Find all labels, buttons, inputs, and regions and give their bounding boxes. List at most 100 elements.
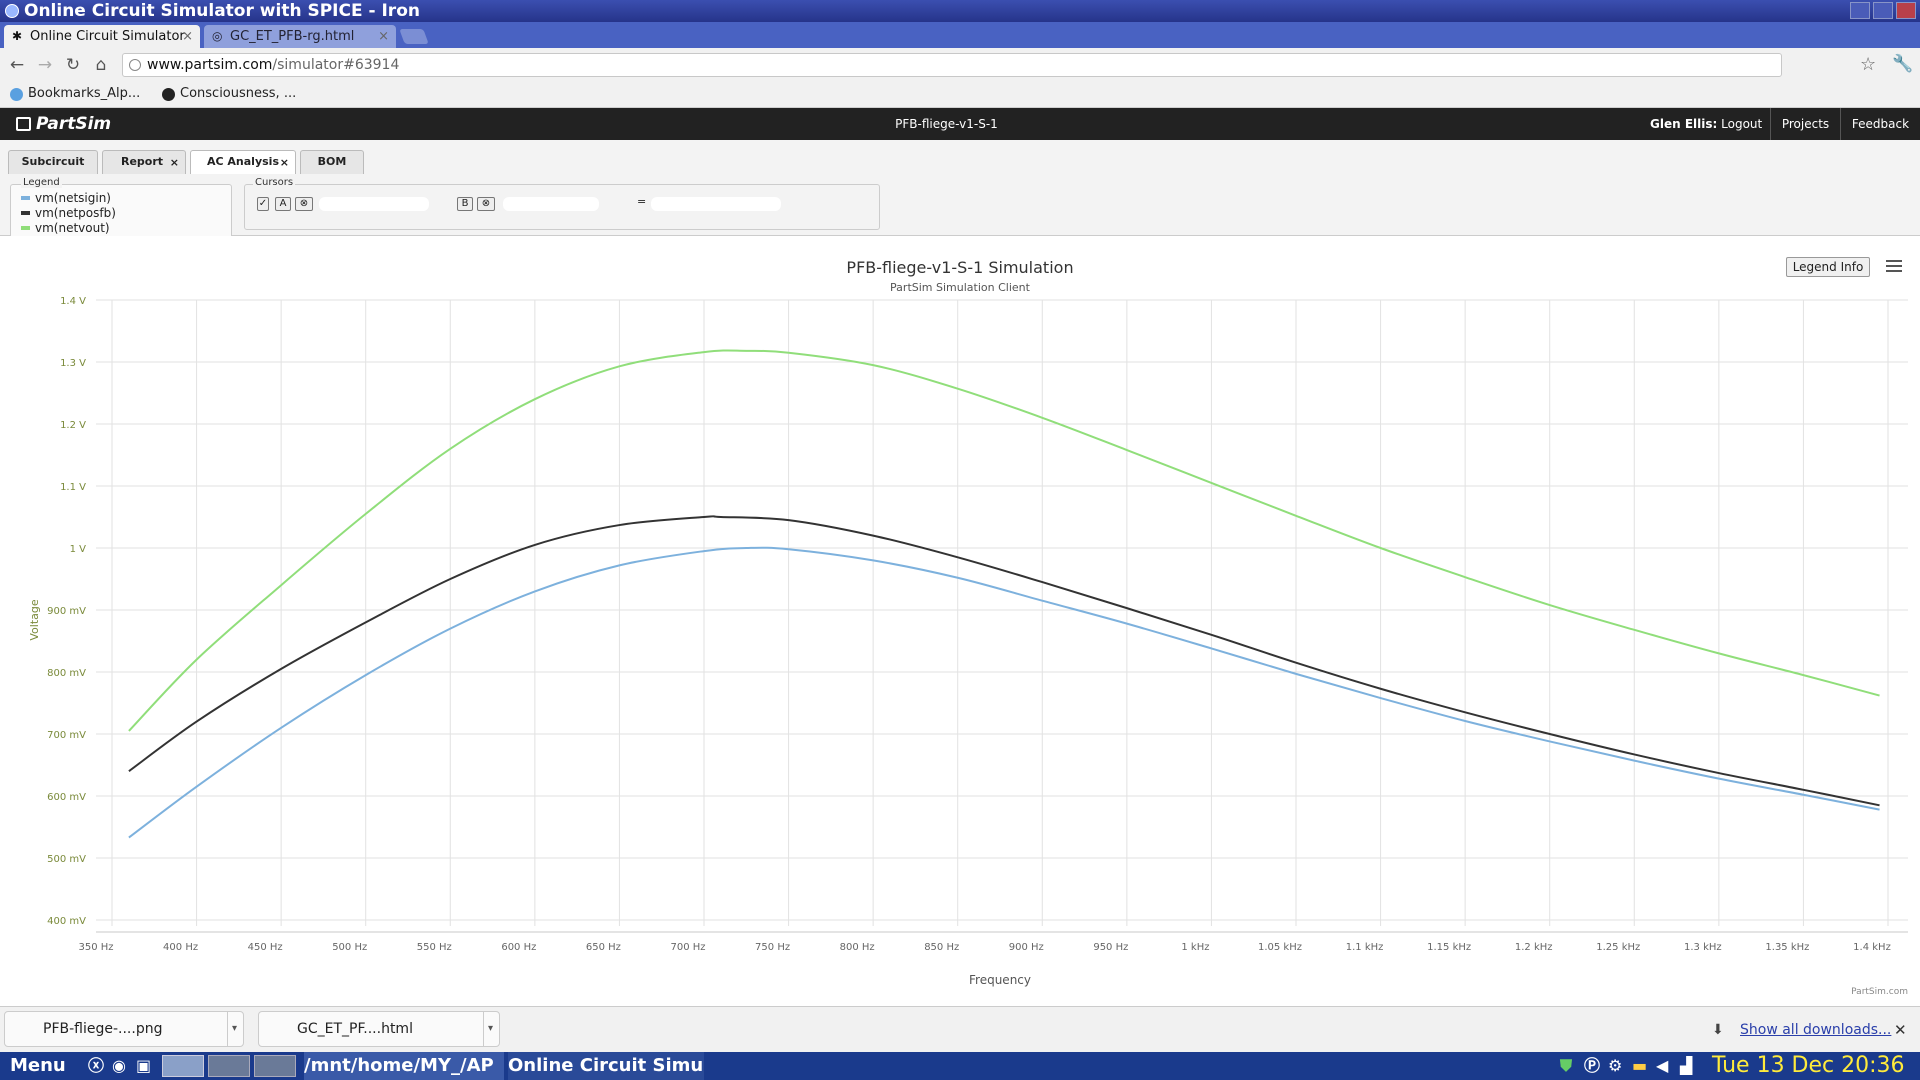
close-tab-icon[interactable]: × (182, 25, 193, 48)
page-info-icon[interactable] (129, 59, 141, 71)
workspace-2[interactable] (208, 1055, 250, 1077)
workspace-3[interactable] (254, 1055, 296, 1077)
browser-tab-html[interactable]: ◎ GC_ET_PFB-rg.html × (204, 25, 396, 48)
task-browser[interactable]: Online Circuit Simu (508, 1052, 704, 1080)
show-all-downloads-link[interactable]: Show all downloads... (1740, 1007, 1891, 1053)
shield-icon[interactable]: ⛊ (1560, 1052, 1572, 1080)
legend-item-netsigin[interactable]: vm(netsigin) (21, 191, 111, 205)
tab-subcircuit[interactable]: Subcircuit (8, 150, 98, 174)
start-menu-button[interactable]: Menu (10, 1052, 66, 1080)
iron-browser-icon (5, 4, 19, 18)
battery-icon[interactable]: ▬ (1632, 1052, 1647, 1080)
tab-ac-analysis[interactable]: AC Analysis × (190, 150, 296, 174)
partsim-header: PartSim PFB-fliege-v1-S-1 Glen Ellis: Lo… (0, 108, 1920, 140)
download-item-html[interactable]: GC_ET_PF....html ▾ (258, 1011, 500, 1047)
download-item-png[interactable]: PFB-fliege-....png ▾ (4, 1011, 244, 1047)
home-icon[interactable]: ⌂ (90, 54, 112, 76)
chart-subtitle: PartSim Simulation Client (890, 281, 1031, 294)
tab-report[interactable]: Report × (102, 150, 186, 174)
download-dropdown-icon[interactable]: ▾ (226, 1012, 237, 1046)
p-icon[interactable]: Ⓟ (1584, 1052, 1600, 1080)
cursor-a-button[interactable]: A (275, 197, 291, 211)
legend-info-button[interactable]: Legend Info (1786, 257, 1870, 277)
browser-tab-simulator[interactable]: ✱ Online Circuit Simulator × (4, 25, 200, 48)
tab-bom[interactable]: BOM (300, 150, 364, 174)
workspace-1[interactable] (162, 1055, 204, 1077)
bookmark-item[interactable]: Consciousness, ... (162, 82, 296, 106)
back-arrow-icon[interactable]: ← (6, 54, 28, 76)
logout-link[interactable]: Logout (1721, 117, 1762, 131)
x-tick-label: 700 Hz (670, 942, 705, 953)
download-dropdown-icon[interactable]: ▾ (482, 1012, 493, 1046)
legend-label: vm(netposfb) (35, 206, 116, 220)
x-axis-title: Frequency (969, 973, 1031, 987)
x-icon[interactable]: ⓧ (88, 1052, 104, 1080)
x-tick-label: 1.15 kHz (1427, 942, 1471, 953)
legend-item-netvout[interactable]: vm(netvout) (21, 221, 110, 235)
x-tick-label: 600 Hz (501, 942, 536, 953)
x-tick-label: 900 Hz (1009, 942, 1044, 953)
browser-tab-label: Online Circuit Simulator (30, 29, 185, 44)
volume-icon[interactable]: ◀ (1656, 1052, 1668, 1080)
maximize-button[interactable] (1873, 2, 1893, 19)
bookmark-item[interactable]: Bookmarks_Alp... (10, 82, 140, 106)
new-tab-button[interactable] (399, 29, 429, 44)
ac-analysis-chart: 350 Hz 400 Hz 450 Hz 500 Hz 550 Hz 600 Hz 650 … (28, 258, 1908, 997)
browser-tab-label: GC_ET_PFB-rg.html (230, 29, 355, 44)
bookmark-star-icon[interactable]: ☆ (1860, 54, 1876, 75)
browser-tab-strip: ✱ Online Circuit Simulator × ◎ GC_ET_PFB… (0, 22, 1920, 48)
url-host: www.partsim.com (147, 57, 273, 73)
cursor-b-button[interactable]: B (457, 197, 473, 211)
y-tick-label: 900 mV (47, 606, 86, 617)
y-axis-title: Voltage (28, 599, 41, 640)
github-icon (162, 88, 175, 101)
cursor-a-clear-icon[interactable]: ⊗ (295, 197, 313, 211)
chart-menu-icon[interactable] (1886, 260, 1902, 274)
x-tick-label: 400 Hz (163, 942, 198, 953)
cursor-enable-checkbox[interactable]: ✓ (257, 197, 269, 211)
legend-item-netposfb[interactable]: vm(netposfb) (21, 206, 116, 220)
network-icon[interactable]: ⚙ (1608, 1052, 1622, 1080)
series-line-vmnetvout (128, 349, 1880, 732)
close-tab-icon[interactable]: × (280, 152, 289, 174)
reload-icon[interactable]: ↻ (62, 54, 84, 76)
legend-label: vm(netsigin) (35, 191, 111, 205)
close-tab-icon[interactable]: × (170, 152, 179, 174)
series-line-vmnetsigin (128, 546, 1880, 839)
globe-icon[interactable]: ◉ (112, 1052, 126, 1080)
forward-arrow-icon[interactable]: → (34, 54, 56, 76)
x-tick-label: 1.1 kHz (1346, 942, 1384, 953)
download-arrow-icon: ⬇ (1712, 1022, 1724, 1038)
globe-icon (10, 88, 23, 101)
x-tick-label: 950 Hz (1093, 942, 1128, 953)
legend-swatch (21, 211, 30, 215)
x-tick-label: 800 Hz (840, 942, 875, 953)
address-bar[interactable]: www.partsim.com/simulator#63914 (122, 53, 1782, 77)
y-tick-label: 700 mV (47, 730, 86, 741)
x-tick-label: 1.3 kHz (1684, 942, 1722, 953)
close-tab-icon[interactable]: × (378, 25, 389, 48)
wrench-menu-icon[interactable]: 🔧 (1892, 54, 1913, 74)
tab-label: AC Analysis (207, 155, 279, 168)
bookmark-label: Bookmarks_Alp... (28, 86, 141, 101)
minimize-button[interactable] (1850, 2, 1870, 19)
y-tick-label: 500 mV (47, 854, 86, 865)
monitor-icon[interactable]: ▣ (136, 1052, 151, 1080)
window-title: Online Circuit Simulator with SPICE - Ir… (24, 1, 420, 21)
x-tick-label: 650 Hz (586, 942, 621, 953)
cursor-b-clear-icon[interactable]: ⊗ (477, 197, 495, 211)
y-tick-label: 1 V (70, 544, 87, 555)
x-tick-label: 350 Hz (78, 942, 113, 953)
close-downloads-icon[interactable]: ✕ (1894, 1007, 1907, 1053)
task-file-manager[interactable]: /mnt/home/MY_/AP (304, 1052, 504, 1080)
globe-favicon-icon: ◎ (212, 29, 223, 43)
x-tick-label: 850 Hz (924, 942, 959, 953)
x-tick-label: 750 Hz (755, 942, 790, 953)
cursor-a-value (319, 197, 429, 211)
window-controls (1850, 2, 1916, 19)
taskbar: Menu ⓧ ◉ ▣ /mnt/home/MY_/AP Online Circu… (0, 1052, 1920, 1080)
projects-button[interactable]: Projects (1770, 108, 1840, 140)
y-tick-label: 1.2 V (60, 420, 86, 431)
close-window-button[interactable] (1896, 2, 1916, 19)
feedback-button[interactable]: Feedback (1840, 108, 1920, 140)
